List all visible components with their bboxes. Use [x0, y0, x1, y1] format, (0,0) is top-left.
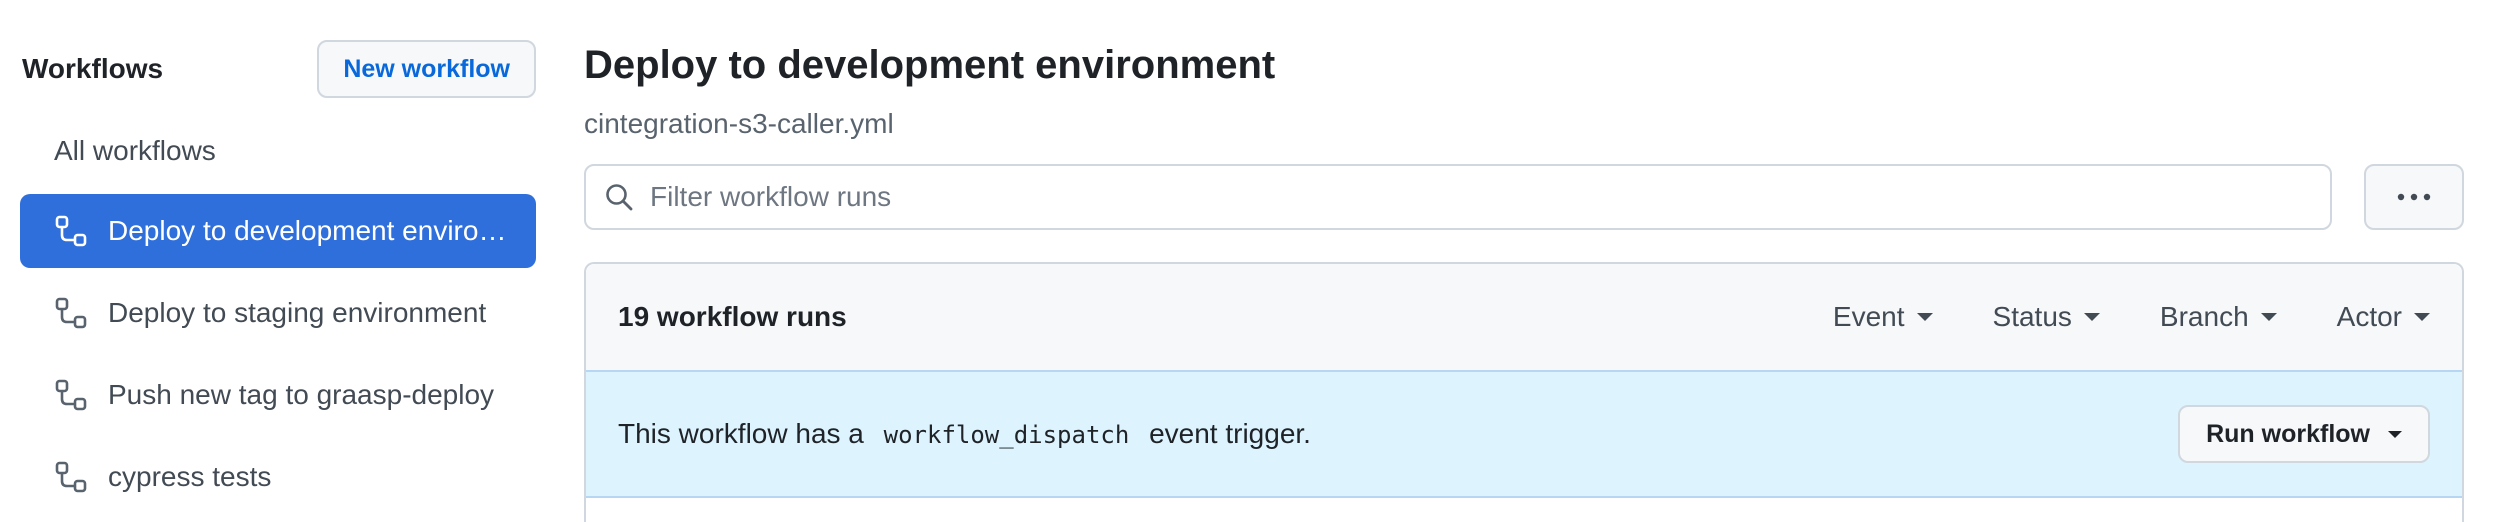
- workflow-item-deploy-staging[interactable]: Deploy to staging environment: [20, 276, 536, 350]
- filter-runs-input[interactable]: [650, 181, 2330, 213]
- triangle-down-icon: [2388, 430, 2402, 438]
- dispatch-code: workflow_dispatch: [883, 421, 1130, 449]
- run-workflow-label: Run workflow: [2206, 419, 2370, 448]
- event-filter-label: Event: [1832, 301, 1905, 332]
- workflow-item-push-tag[interactable]: Push new tag to graasp-deploy: [20, 358, 536, 432]
- workflow-item-label: Deploy to staging environment: [108, 297, 487, 328]
- filter-box: [584, 164, 2332, 230]
- run-workflow-button[interactable]: Run workflow: [2178, 405, 2430, 463]
- workflow-icon: [55, 297, 87, 329]
- workflow-runs-box: 19 workflow runs Event Status Branch Act…: [584, 262, 2464, 522]
- workflow-item-label: Push new tag to graasp-deploy: [108, 379, 495, 410]
- triangle-down-icon: [2414, 313, 2430, 321]
- filter-row: [584, 164, 2464, 230]
- workflow-list: Deploy to development environment Deploy…: [20, 194, 536, 514]
- dispatch-suffix: event trigger.: [1149, 418, 1311, 449]
- status-filter-label: Status: [1992, 301, 2072, 332]
- workflow-icon: [55, 461, 87, 493]
- workflow-icon: [55, 215, 87, 247]
- more-options-button[interactable]: [2364, 164, 2464, 230]
- workflow-item-label: Deploy to development environment: [108, 215, 518, 246]
- dispatch-prefix: This workflow has a: [618, 418, 864, 449]
- new-workflow-button[interactable]: New workflow: [317, 40, 536, 98]
- triangle-down-icon: [2260, 313, 2277, 321]
- sidebar-title: Workflows: [22, 53, 164, 84]
- status-filter-dropdown[interactable]: Status: [1993, 301, 2100, 333]
- sidebar-header: Workflows New workflow: [20, 40, 536, 98]
- workflow-main: Deploy to development environment cinteg…: [584, 40, 2464, 522]
- workflows-sidebar: Workflows New workflow All workflows Dep…: [20, 40, 536, 522]
- event-filter-dropdown[interactable]: Event: [1833, 301, 1933, 333]
- workflow-item-cypress-tests[interactable]: cypress tests: [20, 440, 536, 514]
- kebab-horizontal-icon: [2397, 193, 2431, 201]
- triangle-down-icon: [1916, 313, 1933, 321]
- runs-list: [586, 498, 2462, 522]
- workflow-file-link[interactable]: cintegration-s3-caller.yml: [584, 108, 2464, 140]
- runs-filters: Event Status Branch Actor: [1773, 301, 2430, 333]
- runs-header: 19 workflow runs Event Status Branch Act…: [586, 264, 2462, 372]
- branch-filter-dropdown[interactable]: Branch: [2160, 301, 2277, 333]
- workflow-item-deploy-development[interactable]: Deploy to development environment: [20, 194, 536, 268]
- runs-count: 19 workflow runs: [618, 301, 847, 332]
- search-icon: [606, 184, 633, 211]
- workflow-item-label: cypress tests: [108, 461, 272, 492]
- branch-filter-label: Branch: [2159, 301, 2249, 332]
- workflow-icon: [55, 379, 87, 411]
- actor-filter-dropdown[interactable]: Actor: [2337, 301, 2430, 333]
- all-workflows-link[interactable]: All workflows: [20, 118, 536, 184]
- triangle-down-icon: [2083, 313, 2100, 321]
- actor-filter-label: Actor: [2336, 301, 2402, 332]
- page-title: Deploy to development environment: [584, 43, 1276, 87]
- dispatch-message: This workflow has a workflow_dispatch ev…: [618, 418, 2178, 450]
- dispatch-banner: This workflow has a workflow_dispatch ev…: [586, 372, 2462, 498]
